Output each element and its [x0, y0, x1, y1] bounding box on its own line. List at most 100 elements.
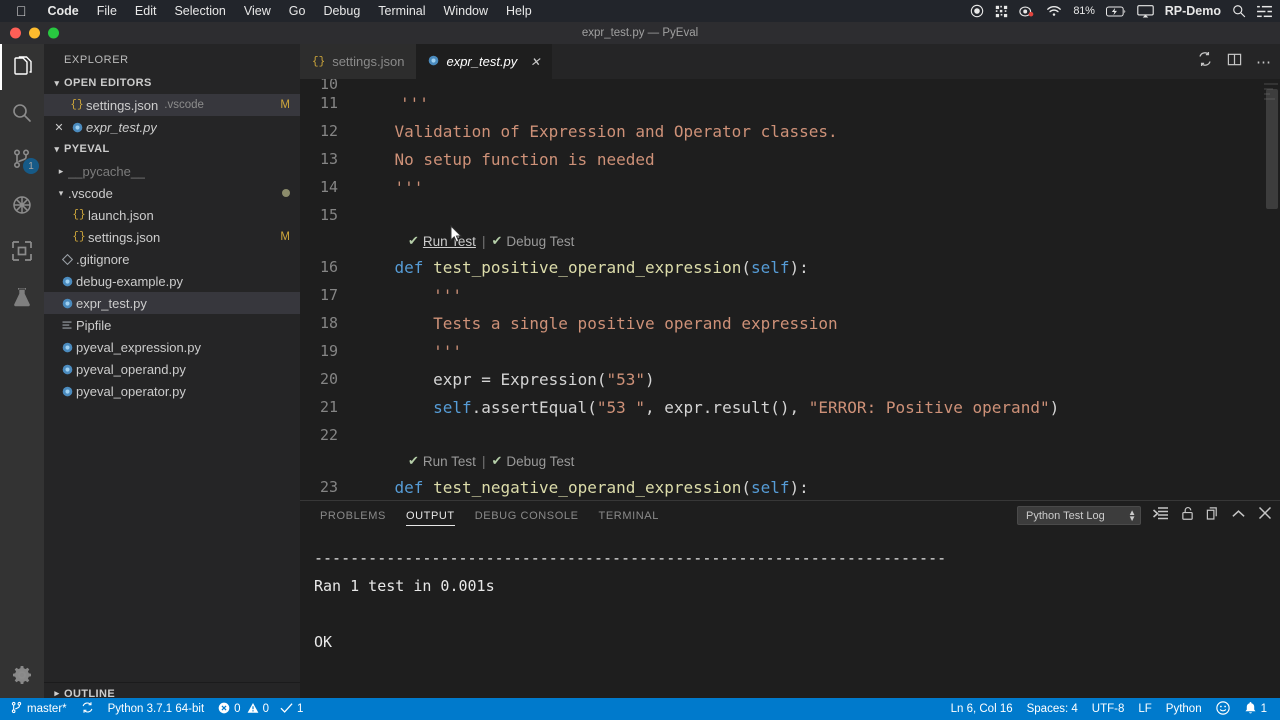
- output-channel-select[interactable]: Python Test Log ▲ ▼: [1017, 506, 1141, 525]
- search-icon[interactable]: [1232, 4, 1246, 18]
- lock-scroll-icon[interactable]: [1181, 506, 1194, 526]
- file-row-expr-test-py[interactable]: expr_test.py: [44, 292, 300, 314]
- status-indentation[interactable]: Spaces: 4: [1020, 698, 1085, 720]
- status-branch[interactable]: master*: [3, 698, 74, 720]
- file-row-pycache[interactable]: ▸ __pycache__: [44, 160, 300, 182]
- file-row-pyeval-expression-py[interactable]: pyeval_expression.py: [44, 336, 300, 358]
- panel-tab-output[interactable]: OUTPUT: [396, 501, 465, 530]
- status-warnings[interactable]: 0: [243, 698, 276, 720]
- status-notifications[interactable]: 1: [1237, 698, 1274, 720]
- codelens-test-negative: ✔ Run Test | ✔ Debug Test: [300, 449, 1280, 473]
- run-tests-icon[interactable]: [1197, 51, 1213, 72]
- apple-icon[interactable]: : [16, 4, 27, 18]
- close-icon[interactable]: ✕: [530, 55, 540, 69]
- camera-icon[interactable]: [1019, 5, 1035, 18]
- status-python-version[interactable]: Python 3.7.1 64-bit: [101, 698, 212, 720]
- maximize-window-button[interactable]: [48, 27, 59, 39]
- section-open-editors[interactable]: ▾ OPEN EDITORS: [44, 72, 300, 94]
- clear-output-icon[interactable]: [1152, 506, 1169, 526]
- menu-item-window[interactable]: Window: [435, 4, 497, 18]
- open-in-editor-icon[interactable]: [1206, 506, 1219, 525]
- code-line: 15: [300, 201, 1280, 229]
- error-count: 0: [234, 703, 241, 715]
- run-test-link[interactable]: Run Test: [423, 454, 476, 469]
- code-text: Tests a single positive operand expressi…: [356, 313, 838, 333]
- line-number: 22: [319, 426, 338, 444]
- code-line: 13 No setup function is needed: [300, 145, 1280, 173]
- file-name: pyeval_operator.py: [76, 383, 186, 399]
- maximize-panel-icon[interactable]: [1231, 507, 1246, 525]
- status-sync[interactable]: [74, 698, 101, 720]
- sidebar-explorer: EXPLORER ▾ OPEN EDITORS {} settings.json…: [44, 44, 300, 704]
- file-row-gitignore[interactable]: .gitignore: [44, 248, 300, 270]
- menu-item-view[interactable]: View: [235, 4, 280, 18]
- split-editor-icon[interactable]: [1227, 52, 1242, 72]
- control-center-icon[interactable]: [1257, 5, 1272, 18]
- check-icon: ✔: [408, 233, 419, 248]
- grid-icon[interactable]: [995, 5, 1008, 18]
- menu-user[interactable]: RP-Demo: [1165, 4, 1221, 18]
- debug-test-link[interactable]: Debug Test: [506, 454, 574, 469]
- activity-item-explorer[interactable]: [0, 44, 44, 90]
- code-line: 21 self.assertEqual("53 ", expr.result()…: [300, 393, 1280, 421]
- status-encoding[interactable]: UTF-8: [1085, 698, 1132, 720]
- open-editor-settings-json[interactable]: {} settings.json .vscode M: [44, 94, 300, 116]
- file-row-pipfile[interactable]: Pipfile: [44, 314, 300, 336]
- record-icon[interactable]: [970, 4, 984, 18]
- close-panel-icon[interactable]: [1258, 506, 1272, 525]
- chevron-down-icon[interactable]: ▾: [54, 188, 68, 199]
- check-icon: ✔: [408, 453, 419, 468]
- panel-tab-problems[interactable]: PROBLEMS: [310, 501, 396, 530]
- activity-item-debug[interactable]: [0, 182, 44, 228]
- status-feedback[interactable]: [1209, 698, 1237, 720]
- code-text: self.assertEqual("53 ", expr.result(), "…: [356, 398, 1059, 417]
- menu-item-file[interactable]: File: [88, 4, 126, 18]
- tab-expr-test-py[interactable]: expr_test.py ✕: [416, 44, 553, 79]
- config-icon: [58, 319, 76, 331]
- activity-item-test[interactable]: [0, 274, 44, 320]
- code-token: def: [394, 477, 424, 497]
- file-row-vscode[interactable]: ▾ .vscode: [44, 182, 300, 204]
- extensions-icon: [11, 240, 33, 262]
- activity-item-search[interactable]: [0, 90, 44, 136]
- code-token: test_negative_operand_expression: [433, 477, 742, 497]
- panel-tab-terminal[interactable]: TERMINAL: [589, 501, 669, 530]
- macos-menu-bar:  Code File Edit Selection View Go Debug…: [0, 0, 1280, 22]
- close-window-button[interactable]: [10, 27, 21, 39]
- status-errors[interactable]: 0: [211, 698, 242, 720]
- status-tests-passed[interactable]: 1: [276, 698, 310, 720]
- code-token: .assertEqual(: [471, 397, 597, 417]
- menu-item-selection[interactable]: Selection: [165, 4, 234, 18]
- chevron-right-icon[interactable]: ▸: [54, 166, 68, 177]
- activity-item-extensions[interactable]: [0, 228, 44, 274]
- status-cursor-position[interactable]: Ln 6, Col 16: [944, 698, 1020, 720]
- tab-settings-json[interactable]: {} settings.json: [300, 44, 417, 79]
- airplay-icon[interactable]: [1136, 4, 1154, 18]
- status-eol[interactable]: LF: [1131, 698, 1158, 720]
- activity-item-manage[interactable]: [0, 652, 44, 698]
- file-row-debug-example-py[interactable]: debug-example.py: [44, 270, 300, 292]
- more-actions-icon[interactable]: ⋯: [1256, 53, 1272, 71]
- file-row-pyeval-operand-py[interactable]: pyeval_operand.py: [44, 358, 300, 380]
- menu-item-terminal[interactable]: Terminal: [369, 4, 434, 18]
- run-test-link[interactable]: Run Test: [423, 234, 476, 249]
- status-language-mode[interactable]: Python: [1159, 698, 1209, 720]
- menu-item-help[interactable]: Help: [497, 4, 541, 18]
- menu-item-debug[interactable]: Debug: [314, 4, 369, 18]
- file-row-launch-json[interactable]: {} launch.json: [44, 204, 300, 226]
- minimize-window-button[interactable]: [29, 27, 40, 39]
- section-pyeval[interactable]: ▾ PYEVAL: [44, 138, 300, 160]
- debug-test-link[interactable]: Debug Test: [506, 234, 574, 249]
- source-control-icon: [10, 701, 23, 717]
- open-editor-expr-test-py[interactable]: ✕ expr_test.py: [44, 116, 300, 138]
- wifi-icon[interactable]: [1046, 5, 1062, 17]
- close-icon[interactable]: ✕: [50, 121, 68, 134]
- file-row-settings-json[interactable]: {} settings.json M: [44, 226, 300, 248]
- menu-item-edit[interactable]: Edit: [126, 4, 166, 18]
- activity-item-source-control[interactable]: 1: [0, 136, 44, 182]
- output-content[interactable]: ----------------------------------------…: [300, 530, 1280, 705]
- menu-item-go[interactable]: Go: [280, 4, 315, 18]
- file-row-pyeval-operator-py[interactable]: pyeval_operator.py: [44, 380, 300, 402]
- panel-tab-debug-console[interactable]: DEBUG CONSOLE: [465, 501, 589, 530]
- menu-item-code[interactable]: Code: [39, 4, 88, 18]
